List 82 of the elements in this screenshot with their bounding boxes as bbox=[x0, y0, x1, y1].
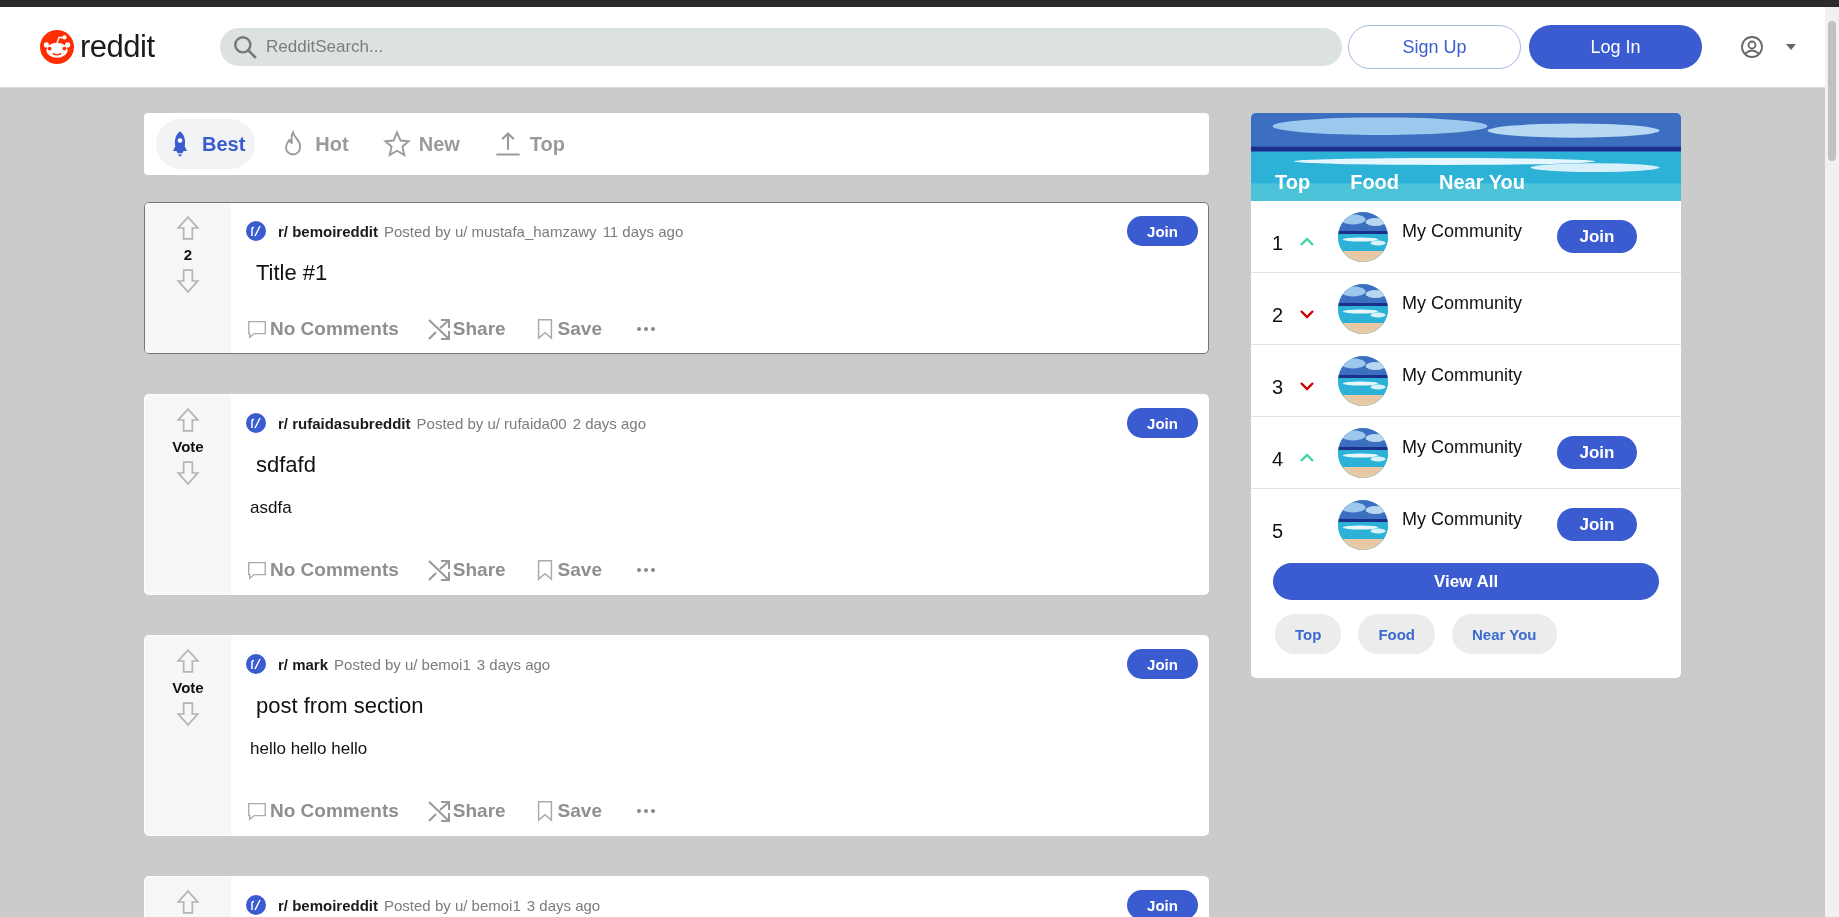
post-time: 3 days ago bbox=[476, 655, 551, 673]
upvote-icon[interactable] bbox=[175, 648, 201, 674]
join-button[interactable]: Join bbox=[1557, 220, 1637, 253]
filter-chip[interactable]: Near You bbox=[1452, 614, 1557, 654]
shuffle-icon bbox=[426, 799, 451, 823]
more-icon[interactable] bbox=[636, 567, 656, 573]
subreddit-link[interactable]: r/ mark bbox=[278, 655, 329, 673]
subreddit-link[interactable]: r/ bemoireddit bbox=[278, 222, 378, 240]
trend-down-icon bbox=[1300, 380, 1314, 391]
comments-button[interactable]: No Comments bbox=[246, 799, 399, 823]
rank-number: 3 bbox=[1272, 376, 1285, 399]
sort-tab[interactable]: Best bbox=[156, 119, 256, 169]
caret-icon[interactable] bbox=[1786, 44, 1796, 50]
posted-by-text: Posted by u/ mustafa_hamzawy bbox=[384, 222, 597, 240]
rank-number: 4 bbox=[1272, 448, 1285, 471]
share-button[interactable]: Share bbox=[426, 317, 506, 341]
post-title[interactable]: Title #1 bbox=[256, 260, 1198, 286]
vote-count: Vote bbox=[172, 679, 204, 696]
downvote-icon[interactable] bbox=[175, 701, 201, 727]
post-time: 3 days ago bbox=[526, 896, 601, 914]
share-button[interactable]: Share bbox=[426, 799, 506, 823]
comments-button[interactable]: No Comments bbox=[246, 558, 399, 582]
vote-count: Vote bbox=[172, 438, 204, 455]
join-button[interactable]: Join bbox=[1127, 408, 1198, 438]
view-all-button[interactable]: View All bbox=[1273, 563, 1659, 600]
upvote-icon[interactable] bbox=[175, 889, 201, 915]
filter-chip[interactable]: Top bbox=[1275, 614, 1342, 654]
search-field[interactable]: RedditSearch... bbox=[220, 28, 1342, 66]
join-button[interactable]: Join bbox=[1557, 508, 1637, 541]
community-name[interactable]: My Community bbox=[1402, 437, 1557, 458]
join-button[interactable]: Join bbox=[1127, 890, 1198, 917]
posted-by-text: Posted by u/ rufaida00 bbox=[416, 414, 567, 432]
shuffle-icon bbox=[426, 558, 451, 582]
posted-by-text: Posted by u/ bemoi1 bbox=[384, 896, 521, 914]
subreddit-link[interactable]: r/ bemoireddit bbox=[278, 896, 378, 914]
user-icon[interactable] bbox=[1740, 35, 1764, 59]
comments-button[interactable]: No Comments bbox=[246, 317, 399, 341]
post-time: 2 days ago bbox=[572, 414, 647, 432]
subreddit-icon bbox=[246, 413, 266, 433]
filter-chip[interactable]: Food bbox=[1358, 614, 1436, 654]
posted-by-text: Posted by u/ bemoi1 bbox=[334, 655, 471, 673]
shuffle-icon bbox=[426, 317, 451, 341]
search-icon bbox=[232, 34, 258, 60]
rank-number: 5 bbox=[1272, 520, 1285, 543]
upvote-icon[interactable] bbox=[175, 407, 201, 433]
downvote-icon[interactable] bbox=[175, 460, 201, 486]
scrollbar[interactable] bbox=[1825, 7, 1839, 917]
community-name[interactable]: My Community bbox=[1402, 293, 1557, 314]
log-in-button[interactable]: Log In bbox=[1529, 25, 1702, 69]
join-button[interactable]: Join bbox=[1557, 436, 1637, 469]
post-title[interactable]: sdfafd bbox=[256, 452, 1198, 478]
rank-number: 1 bbox=[1272, 232, 1285, 255]
trend-up-icon bbox=[1300, 236, 1314, 247]
save-button[interactable]: Save bbox=[533, 799, 602, 823]
star-icon bbox=[382, 130, 411, 158]
subreddit-icon bbox=[246, 654, 266, 674]
join-button[interactable]: Join bbox=[1127, 649, 1198, 679]
save-button[interactable]: Save bbox=[533, 317, 602, 341]
community-name[interactable]: My Community bbox=[1402, 365, 1557, 386]
post-title[interactable]: post from section bbox=[256, 693, 1198, 719]
more-icon[interactable] bbox=[636, 808, 656, 814]
post-body: asdfa bbox=[250, 498, 293, 518]
join-button[interactable]: Join bbox=[1127, 216, 1198, 246]
community-name[interactable]: My Community bbox=[1402, 221, 1557, 242]
logo-text[interactable]: reddit bbox=[80, 29, 155, 65]
sign-up-button[interactable]: Sign Up bbox=[1348, 25, 1521, 69]
subreddit-link[interactable]: r/ rufaidasubreddit bbox=[278, 414, 411, 432]
reddit-logo-icon[interactable] bbox=[40, 30, 74, 64]
save-button[interactable]: Save bbox=[533, 558, 602, 582]
subreddit-icon bbox=[246, 221, 266, 241]
upload-icon bbox=[493, 130, 522, 158]
rank-number: 2 bbox=[1272, 304, 1285, 327]
community-name[interactable]: My Community bbox=[1402, 509, 1557, 530]
post-body: hello hello hello bbox=[250, 739, 369, 759]
upvote-icon[interactable] bbox=[175, 215, 201, 241]
trend-up-icon bbox=[1300, 452, 1314, 463]
more-icon[interactable] bbox=[636, 326, 656, 332]
downvote-icon[interactable] bbox=[175, 268, 201, 294]
vote-count: 2 bbox=[183, 246, 193, 263]
post-time: 11 days ago bbox=[602, 222, 684, 240]
share-button[interactable]: Share bbox=[426, 558, 506, 582]
trend-down-icon bbox=[1300, 308, 1314, 319]
